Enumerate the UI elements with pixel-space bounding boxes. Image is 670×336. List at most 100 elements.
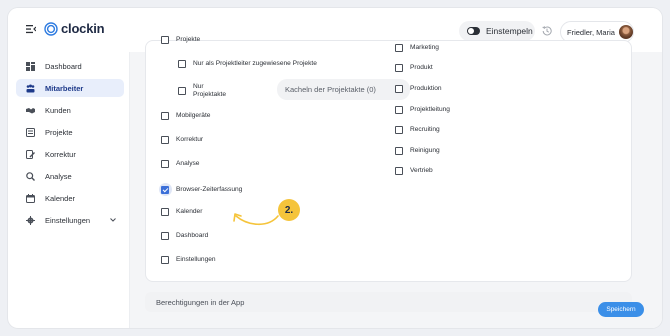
chevron-down-icon <box>110 218 116 222</box>
checkbox-nur-projektleiter[interactable]: Nur als Projektleiter zugewiesene Projek… <box>178 60 317 68</box>
checkbox-label: Analyse <box>176 160 200 167</box>
avatar <box>618 25 633 39</box>
checkbox-box-checked[interactable] <box>161 185 169 194</box>
checkbox-box[interactable] <box>178 60 186 68</box>
checkbox-box[interactable] <box>395 167 403 175</box>
checkbox-label: Mobilgeräte <box>176 112 211 119</box>
checkbox-label: Produktion <box>410 85 442 92</box>
checkbox-label: Nur <box>193 83 204 90</box>
checkbox-label: Vertrieb <box>410 167 433 174</box>
sidebar-item-analyse[interactable]: Analyse <box>16 167 124 185</box>
sidebar-item-dashboard[interactable]: Dashboard <box>16 57 124 75</box>
save-button-label: Speichern <box>606 306 636 313</box>
sidebar-item-label: Projekte <box>45 127 73 137</box>
checkbox-box[interactable] <box>395 44 403 52</box>
checkbox-label-group: Nur Projektakte <box>193 83 226 99</box>
sidebar-item-label: Korrektur <box>45 149 76 159</box>
calendar-icon <box>26 193 35 203</box>
checkbox-box[interactable] <box>395 126 403 134</box>
app-permissions-section[interactable]: Berechtigungen in der App <box>145 292 632 312</box>
logo[interactable]: clockin <box>44 21 105 36</box>
sidebar-item-kalender[interactable]: Kalender <box>16 189 124 207</box>
sidebar-item-kunden[interactable]: Kunden <box>16 101 124 119</box>
sidebar-item-korrektur[interactable]: Korrektur <box>16 145 124 163</box>
checkbox-label: Marketing <box>410 44 439 51</box>
checkbox-box[interactable] <box>161 112 169 120</box>
history-icon[interactable] <box>541 25 553 37</box>
checkbox-produkt[interactable]: Produkt <box>395 64 433 72</box>
checkbox-projekte[interactable]: Projekte <box>161 36 200 44</box>
checkbox-box[interactable] <box>395 106 403 114</box>
checkbox-browser-zeiterfassung[interactable]: Browser-Zeiterfassung <box>158 183 243 196</box>
checkbox-nur-projektakte[interactable]: Nur Projektakte <box>178 83 226 99</box>
settings-icon <box>26 215 35 225</box>
checkbox-vertrieb[interactable]: Vertrieb <box>395 167 433 175</box>
clock-in-label: Einstempeln <box>486 26 533 36</box>
users-icon <box>26 84 35 92</box>
checkbox-label: Recruiting <box>410 126 440 133</box>
clockin-logo-icon <box>44 21 58 36</box>
checkbox-dashboard[interactable]: Dashboard <box>161 232 208 240</box>
correction-icon <box>26 149 35 159</box>
checkbox-box[interactable] <box>161 232 169 240</box>
checkbox-label: Projekte <box>176 36 201 43</box>
sidebar-item-mitarbeiter[interactable]: Mitarbeiter <box>16 79 124 97</box>
dashboard-icon <box>26 61 35 71</box>
checkbox-box[interactable] <box>161 160 169 168</box>
app-permissions-label: Berechtigungen in der App <box>156 297 245 307</box>
checkbox-label: Projektakte <box>193 91 226 98</box>
checkbox-label: Browser-Zeiterfassung <box>176 185 243 193</box>
sidebar: Dashboard Mitarbeiter Kunden Projekte Ko… <box>8 52 130 328</box>
sidebar-item-label: Kalender <box>45 193 76 203</box>
checkbox-label: Korrektur <box>176 136 204 143</box>
checkbox-kalender[interactable]: Kalender <box>161 208 202 216</box>
checkbox-focus-ring <box>158 183 172 196</box>
user-name: Friedler, Maria <box>567 27 615 37</box>
checkbox-produktion[interactable]: Produktion <box>395 85 442 93</box>
checkbox-analyse[interactable]: Analyse <box>161 160 199 168</box>
checkbox-box[interactable] <box>161 208 169 216</box>
checkbox-label: Produkt <box>410 64 433 71</box>
sidebar-item-label: Mitarbeiter <box>45 83 84 93</box>
checkbox-marketing[interactable]: Marketing <box>395 44 439 52</box>
menu-collapse-icon[interactable] <box>26 24 36 34</box>
checkbox-mobilgeraete[interactable]: Mobilgeräte <box>161 112 210 120</box>
checkbox-label: Reinigung <box>410 147 440 154</box>
sidebar-item-einstellungen[interactable]: Einstellungen <box>16 211 124 229</box>
permissions-card: Projekte Nur als Projektleiter zugewiese… <box>145 36 632 282</box>
projects-icon <box>26 127 35 137</box>
checkbox-label: Nur als Projektleiter zugewiesene Projek… <box>193 60 317 67</box>
main-content: Projekte Nur als Projektleiter zugewiese… <box>130 36 662 328</box>
sidebar-item-label: Kunden <box>45 105 71 115</box>
step-badge-label: 2. <box>284 204 294 216</box>
logo-text: clockin <box>61 21 105 36</box>
checkbox-projektleitung[interactable]: Projektleitung <box>395 106 450 114</box>
step-badge: 2. <box>278 199 300 221</box>
sidebar-item-projekte[interactable]: Projekte <box>16 123 124 141</box>
sidebar-item-label: Analyse <box>45 171 72 181</box>
checkbox-box[interactable] <box>161 136 169 144</box>
checkbox-recruiting[interactable]: Recruiting <box>395 126 440 134</box>
checkbox-label: Einstellungen <box>176 256 216 263</box>
sidebar-item-label: Dashboard <box>45 61 82 71</box>
handshake-icon <box>26 107 35 113</box>
checkbox-korrektur[interactable]: Korrektur <box>161 136 203 144</box>
app-window: clockin Einstempeln Friedler, Maria Dash… <box>8 8 662 328</box>
checkbox-box[interactable] <box>178 87 186 95</box>
annotation-arrow-icon <box>233 213 279 226</box>
checkbox-box[interactable] <box>161 36 169 44</box>
clock-in-button[interactable]: Einstempeln <box>459 21 535 41</box>
checkbox-box[interactable] <box>395 85 403 93</box>
sidebar-item-label: Einstellungen <box>45 215 91 225</box>
toggle-icon <box>467 27 480 35</box>
save-button[interactable]: Speichern <box>598 302 644 317</box>
projektakte-select[interactable]: Kacheln der Projektakte (0) <box>277 79 410 100</box>
checkbox-reinigung[interactable]: Reinigung <box>395 147 440 155</box>
checkbox-label: Projektleitung <box>410 106 450 113</box>
checkbox-box[interactable] <box>395 147 403 155</box>
checkbox-box[interactable] <box>395 64 403 72</box>
checkbox-label: Kalender <box>176 208 203 215</box>
checkbox-einstellungen[interactable]: Einstellungen <box>161 256 216 264</box>
checkbox-box[interactable] <box>161 256 169 264</box>
analysis-icon <box>26 171 35 181</box>
